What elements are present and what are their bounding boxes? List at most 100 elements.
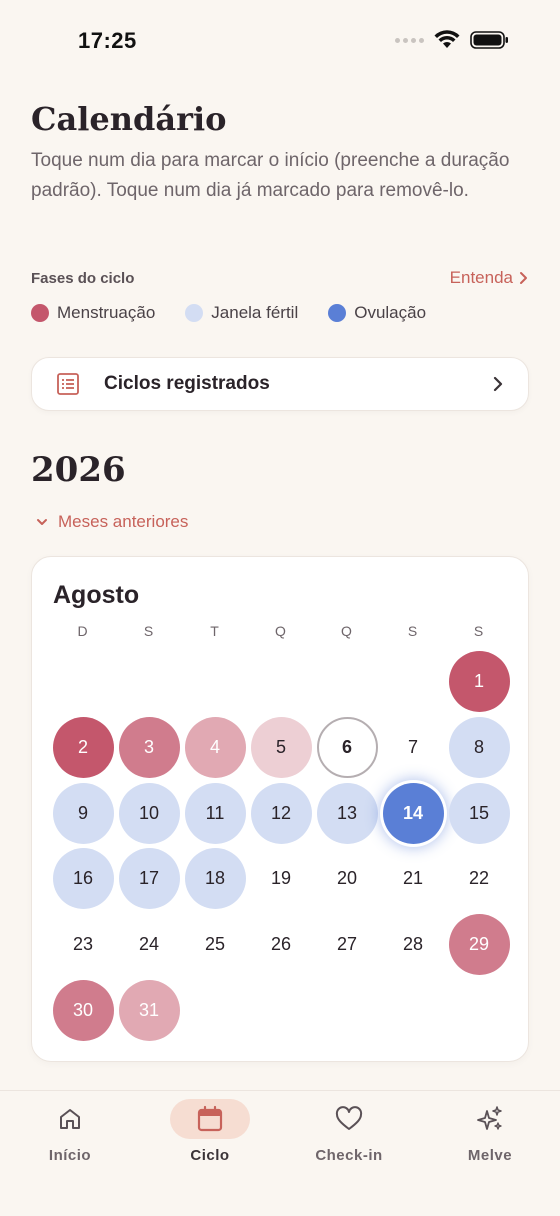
- weekday-label: S: [143, 623, 155, 639]
- battery-icon: [470, 31, 508, 49]
- day-cell: 30: [50, 977, 116, 1043]
- nav-label: Ciclo: [190, 1147, 230, 1164]
- nav-icon-wrap: [450, 1099, 530, 1139]
- calendar-day[interactable]: 1: [448, 651, 510, 713]
- day-cell: 20: [314, 846, 380, 912]
- calendar-day[interactable]: 26: [251, 914, 312, 975]
- calendar-day[interactable]: 7: [383, 717, 444, 778]
- empty-day-cell: [182, 649, 248, 715]
- nav-item-melve[interactable]: Melve: [430, 1091, 550, 1164]
- calendar-day[interactable]: 16: [52, 848, 114, 910]
- day-cell: 5: [248, 715, 314, 781]
- calendar-day[interactable]: 13: [316, 782, 378, 844]
- empty-day-cell: [314, 649, 380, 715]
- calendar-day[interactable]: 11: [184, 782, 246, 844]
- day-cell: 1: [446, 649, 512, 715]
- day-cell: 15: [446, 780, 512, 846]
- status-icons: [395, 30, 510, 50]
- month-title: Agosto: [53, 581, 140, 609]
- day-cell: 14: [380, 780, 446, 846]
- calendar-day[interactable]: 29: [448, 914, 510, 976]
- calendar-day[interactable]: 3: [118, 717, 180, 779]
- nav-label: Melve: [467, 1147, 513, 1164]
- calendar-day[interactable]: 22: [449, 848, 510, 909]
- empty-day-cell: [380, 649, 446, 715]
- weekday-label: S: [407, 623, 419, 639]
- calendar-day[interactable]: 15: [448, 782, 510, 844]
- day-cell: 25: [182, 912, 248, 978]
- phase-legend: Menstruação Janela fértil Ovulação: [31, 303, 426, 323]
- calendar-day[interactable]: 17: [118, 848, 180, 910]
- phases-label: Fases do ciclo: [31, 269, 135, 287]
- bottom-nav: Início Ciclo Check-in Melve: [0, 1090, 560, 1216]
- nav-item-cycle[interactable]: Ciclo: [150, 1091, 270, 1164]
- calendar-day[interactable]: 31: [118, 979, 180, 1041]
- calendar-day[interactable]: 20: [317, 848, 378, 909]
- day-cell: 6: [314, 715, 380, 781]
- registered-cycles-button[interactable]: Ciclos registrados: [31, 357, 529, 411]
- chevron-down-icon: [37, 519, 47, 525]
- sparkles-icon: [477, 1106, 502, 1130]
- chevron-right-icon: [493, 376, 503, 392]
- nav-icon-wrap: [30, 1099, 110, 1139]
- day-cell: 10: [116, 780, 182, 846]
- calendar-day[interactable]: 4: [184, 717, 246, 779]
- day-cell: 27: [314, 912, 380, 978]
- day-cell: 28: [380, 912, 446, 978]
- legend-item-ovulation: Ovulação: [328, 303, 426, 323]
- calendar-day[interactable]: 19: [251, 848, 312, 909]
- day-cell: 4: [182, 715, 248, 781]
- day-cell: 2: [50, 715, 116, 781]
- empty-day-cell: [50, 649, 116, 715]
- nav-item-home[interactable]: Início: [10, 1091, 130, 1164]
- home-icon: [60, 1109, 80, 1129]
- calendar-day[interactable]: 30: [52, 979, 114, 1041]
- day-cell: 12: [248, 780, 314, 846]
- day-cell: 23: [50, 912, 116, 978]
- day-cell: 21: [380, 846, 446, 912]
- calendar-day[interactable]: 9: [52, 782, 114, 844]
- weekday-header: D S T Q Q S S: [50, 623, 512, 639]
- calendar-day[interactable]: 27: [317, 914, 378, 975]
- previous-months-toggle[interactable]: Meses anteriores: [36, 512, 188, 532]
- day-cell: 22: [446, 846, 512, 912]
- nav-item-check-in[interactable]: Check-in: [289, 1091, 409, 1164]
- weekday-label: Q: [341, 623, 353, 639]
- nav-label: Check-in: [315, 1147, 383, 1164]
- days-grid: 1 2 3 4 5 6 7 8 9 10 11 12 13 14 15 16 17 18 19 20 21 22 23 24 2…: [50, 649, 512, 1043]
- weekday-label: Q: [275, 623, 287, 639]
- weekday-label: S: [473, 623, 485, 639]
- day-cell: 29: [446, 912, 512, 978]
- wifi-icon: [434, 30, 460, 48]
- month-calendar-card: Agosto D S T Q Q S S 1 2 3 4 5 6 7 8 9 10 11 12 13 14…: [31, 556, 529, 1062]
- status-bar: 17:25: [0, 0, 560, 84]
- calendar-day[interactable]: 25: [185, 914, 246, 975]
- calendar-day[interactable]: 21: [383, 848, 444, 909]
- calendar-day[interactable]: 2: [52, 717, 114, 779]
- legend-label: Janela fértil: [211, 303, 299, 322]
- calendar-day[interactable]: 5: [250, 717, 312, 779]
- legend-dot: [185, 304, 204, 322]
- calendar-day[interactable]: 28: [383, 914, 444, 975]
- calendar-day[interactable]: 10: [118, 782, 180, 844]
- day-cell: 7: [380, 715, 446, 781]
- empty-day-cell: [116, 649, 182, 715]
- nav-icon-wrap: [309, 1099, 389, 1139]
- learn-more-label: Entenda: [449, 268, 513, 287]
- calendar-day[interactable]: 12: [250, 782, 312, 844]
- day-cell: 8: [446, 715, 512, 781]
- legend-label: Menstruação: [57, 303, 156, 322]
- learn-more-link[interactable]: Entenda: [450, 268, 529, 288]
- previous-months-label: Meses anteriores: [58, 512, 189, 531]
- calendar-day[interactable]: 24: [119, 914, 180, 975]
- day-cell: 26: [248, 912, 314, 978]
- cellular-signal-icon: [395, 37, 424, 43]
- calendar-day[interactable]: 14: [382, 782, 444, 844]
- weekday-label: T: [210, 623, 220, 639]
- legend-item-fertile-window: Janela fértil: [185, 303, 298, 323]
- calendar-day[interactable]: 8: [448, 717, 510, 779]
- calendar-day[interactable]: 6: [316, 717, 378, 779]
- day-cell: 17: [116, 846, 182, 912]
- calendar-day[interactable]: 23: [53, 914, 114, 975]
- calendar-day[interactable]: 18: [184, 848, 246, 910]
